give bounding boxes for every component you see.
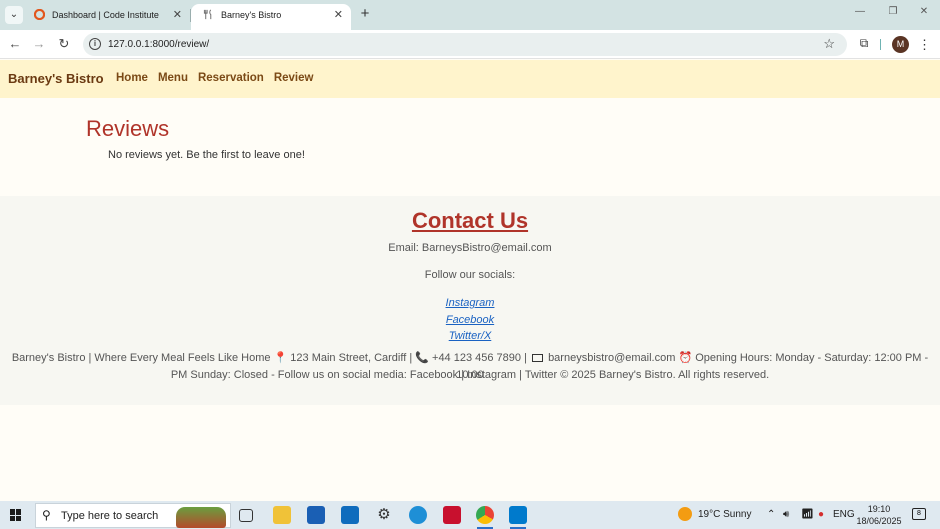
social-link-twitter: Twitter/X (0, 330, 940, 342)
address-bar[interactable]: i 127.0.0.1:8000/review/ ☆ (83, 33, 847, 56)
mcafee-icon[interactable] (443, 506, 461, 524)
browser-toolbar: ← → ↻ i 127.0.0.1:8000/review/ ☆ ⧉ M ⋮ (0, 30, 940, 59)
search-highlight-art-icon (176, 507, 226, 528)
bookmark-star-icon[interactable]: ☆ (823, 35, 835, 53)
tab-barneys-bistro[interactable]: Barney's Bistro ✕ (191, 4, 351, 30)
toolbar-divider (880, 39, 881, 50)
weather-text[interactable]: 19°C Sunny (698, 501, 751, 529)
settings-gear-icon[interactable]: ⚙ (375, 506, 393, 524)
search-icon: ⚲ (42, 508, 51, 522)
chrome-icon[interactable] (476, 506, 494, 529)
phone-icon: 📞 (415, 352, 429, 364)
empty-reviews-message: No reviews yet. Be the first to leave on… (108, 149, 305, 161)
clock-time: 19:10 (867, 504, 891, 514)
instagram-link[interactable]: Instagram (446, 297, 495, 309)
tray-chevron-icon[interactable]: ⌃ (767, 501, 775, 529)
envelope-icon (532, 354, 543, 363)
restore-icon[interactable]: ❐ (886, 6, 900, 17)
nav-home[interactable]: Home (116, 72, 148, 84)
close-tab-icon[interactable]: ✕ (334, 4, 343, 26)
windows-taskbar: ⚲ Type here to search ⚙ 19°C Sunny ⌃ 🔊︎ … (0, 501, 940, 529)
cutlery-favicon-icon (203, 9, 212, 20)
follow-socials-label: Follow our socials: (424, 269, 516, 281)
taskbar-search-placeholder: Type here to search (61, 510, 159, 522)
task-view-icon[interactable] (239, 509, 253, 522)
site-footer: Contact Us Email: BarneysBistro@email.co… (0, 196, 940, 405)
tab-title: Dashboard | Code Institute (52, 10, 159, 20)
outlook-icon[interactable] (341, 506, 359, 524)
contact-email: Email: BarneysBistro@email.com (388, 242, 552, 254)
code-institute-favicon-icon (34, 9, 45, 20)
microsoft-store-icon[interactable] (307, 506, 325, 524)
footer-tagline: Barney's Bistro | Where Every Meal Feels… (11, 352, 271, 364)
contact-heading: Contact Us (411, 208, 529, 233)
network-icon[interactable]: 📶︎ (801, 501, 814, 529)
profile-avatar[interactable]: M (892, 36, 909, 53)
minimize-icon[interactable]: — (853, 6, 867, 17)
facebook-link[interactable]: Facebook (446, 314, 494, 326)
system-clock[interactable]: 19:10 18/06/2025 (850, 503, 908, 527)
reviews-section: Reviews No reviews yet. Be the first to … (0, 98, 940, 196)
alarm-clock-icon: ⏰ (678, 352, 693, 364)
taskbar-search-box[interactable]: ⚲ Type here to search (35, 503, 231, 528)
twitter-link[interactable]: Twitter/X (449, 330, 492, 342)
notification-center-icon[interactable]: 8 (912, 508, 926, 520)
footer-address: 123 Main Street, Cardiff | (290, 352, 413, 364)
footer-info-line-continued: PM Sunday: Closed - Follow us on social … (170, 369, 770, 381)
site-brand[interactable]: Barney's Bistro (8, 71, 104, 86)
clock-date: 18/06/2025 (856, 516, 902, 526)
edge-browser-icon[interactable] (409, 506, 427, 524)
vscode-icon[interactable] (509, 506, 527, 529)
nav-reservation[interactable]: Reservation (198, 72, 264, 84)
url-text[interactable]: 127.0.0.1:8000/review/ (108, 33, 209, 56)
extensions-puzzle-icon[interactable]: ⧉ (856, 36, 872, 52)
security-status-icon[interactable]: ● (818, 501, 824, 529)
tab-dashboard[interactable]: Dashboard | Code Institute ✕ (22, 4, 191, 30)
volume-icon[interactable]: 🔊︎ (783, 501, 789, 529)
new-tab-plus-icon[interactable]: + (357, 5, 373, 23)
pin-icon: 📍 (273, 352, 288, 364)
site-navbar: Barney's Bistro Home Menu Reservation Re… (0, 60, 940, 98)
site-info-icon[interactable]: i (89, 38, 101, 50)
browser-menu-icon[interactable]: ⋮ (918, 36, 931, 53)
social-link-instagram: Instagram (0, 297, 940, 309)
browser-tab-strip: ⌄ Dashboard | Code Institute ✕ Barney's … (0, 0, 940, 30)
site-nav-links: Home Menu Reservation Review (116, 72, 313, 84)
windows-start-icon[interactable] (10, 509, 22, 521)
window-close-icon[interactable]: ✕ (917, 6, 931, 17)
notification-count: 8 (917, 510, 921, 517)
weather-sun-icon[interactable] (678, 501, 692, 529)
close-tab-icon[interactable]: ✕ (173, 4, 182, 26)
nav-review[interactable]: Review (274, 72, 314, 84)
nav-menu[interactable]: Menu (158, 72, 188, 84)
forward-arrow-icon[interactable]: → (30, 35, 48, 53)
back-arrow-icon[interactable]: ← (6, 35, 24, 53)
tab-search-chevron-icon[interactable]: ⌄ (5, 6, 23, 24)
file-explorer-icon[interactable] (273, 506, 291, 524)
reload-icon[interactable]: ↻ (55, 35, 73, 53)
footer-email: barneysbistro@email.com (548, 352, 676, 364)
page-title: Reviews (86, 116, 170, 141)
footer-phone: +44 123 456 7890 | (432, 352, 527, 364)
tab-title: Barney's Bistro (221, 10, 282, 20)
social-link-facebook: Facebook (0, 314, 940, 326)
